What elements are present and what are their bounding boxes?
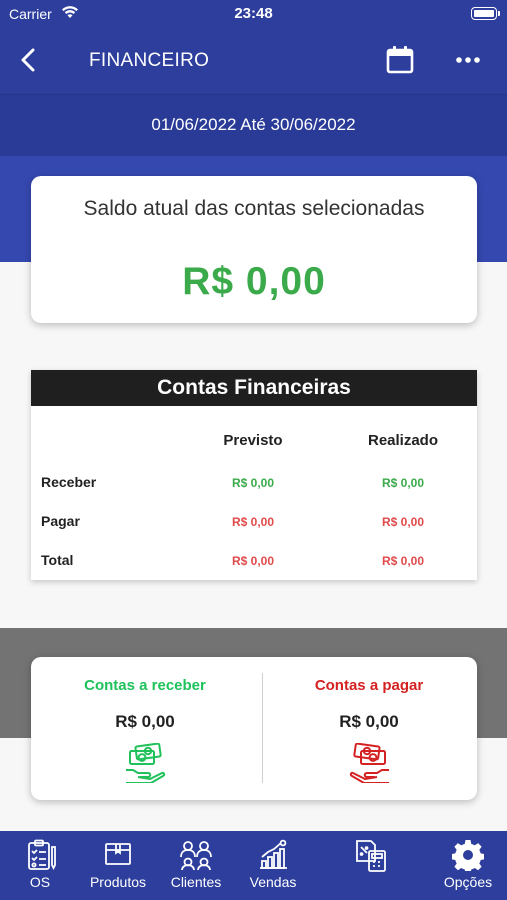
pagar-realizado-value: R$ 0,00 (381, 515, 425, 529)
receber-previsto-value: R$ 0,00 (231, 476, 275, 490)
clipboard-checklist-icon (28, 839, 56, 871)
date-range-bar[interactable]: 01/06/2022 Até 30/06/2022 (0, 94, 507, 156)
tab-label-vendas: Vendas (249, 874, 297, 890)
box-icon (105, 843, 131, 865)
total-previsto-value: R$ 0,00 (231, 554, 275, 568)
column-header-realizado: Realizado (367, 432, 439, 449)
balance-label: Saldo atual das contas selecionadas (83, 197, 425, 220)
tab-vendas[interactable]: Vendas (244, 831, 302, 900)
summary-card: Contas a receber R$ 0,00 Contas a pagar … (31, 657, 477, 800)
tab-label-produtos: Produtos (89, 874, 147, 890)
accounts-table: Contas Financeiras Previsto Realizado Re… (31, 370, 477, 580)
tab-label-os: OS (29, 874, 51, 890)
contas-receber-value[interactable]: R$ 0,00 (45, 712, 245, 732)
pagar-previsto-value: R$ 0,00 (231, 515, 275, 529)
tab-opcoes[interactable]: Opções (436, 831, 500, 900)
contas-pagar-value[interactable]: R$ 0,00 (269, 712, 469, 732)
column-header-previsto: Previsto (223, 432, 283, 449)
contas-receber-title[interactable]: Contas a receber (45, 677, 245, 694)
battery-icon (471, 7, 500, 20)
money-pay-hand-icon[interactable] (349, 743, 391, 783)
balance-card: Saldo atual das contas selecionadas R$ 0… (31, 176, 477, 323)
calculator-document-icon (356, 840, 386, 872)
tab-label-clientes: Clientes (170, 874, 222, 890)
clock: 23:48 (234, 5, 273, 22)
row-label-receber: Receber (41, 474, 97, 490)
balance-value: R$ 0,00 (182, 260, 326, 303)
people-icon (180, 841, 212, 871)
bar-chart-icon (260, 839, 287, 869)
accounts-title: Contas Financeiras (31, 370, 477, 406)
status-bar: Carrier 23:48 (0, 0, 507, 28)
tab-os[interactable]: OS (14, 831, 66, 900)
calendar-icon[interactable] (386, 45, 414, 75)
tab-clientes[interactable]: Clientes (164, 831, 228, 900)
tab-financeiro[interactable] (346, 831, 396, 900)
nav-bar: FINANCEIRO (0, 28, 507, 94)
total-realizado-value: R$ 0,00 (381, 554, 425, 568)
row-label-pagar: Pagar (41, 513, 80, 529)
tab-produtos[interactable]: Produtos (84, 831, 152, 900)
more-horizontal-icon[interactable] (455, 54, 481, 66)
chevron-left-icon[interactable] (14, 45, 44, 75)
row-label-total: Total (41, 552, 74, 568)
contas-pagar-title[interactable]: Contas a pagar (269, 677, 469, 694)
date-range-text: 01/06/2022 Até 30/06/2022 (151, 115, 356, 134)
tab-label-opcoes: Opções (443, 874, 493, 890)
receber-realizado-value: R$ 0,00 (381, 476, 425, 490)
money-receive-hand-icon[interactable] (124, 743, 166, 783)
summary-divider (262, 673, 263, 783)
page-title: FINANCEIRO (89, 50, 210, 71)
gear-icon (452, 840, 484, 871)
tab-bar: OS Produtos Clientes Vendas Opções (0, 831, 507, 900)
